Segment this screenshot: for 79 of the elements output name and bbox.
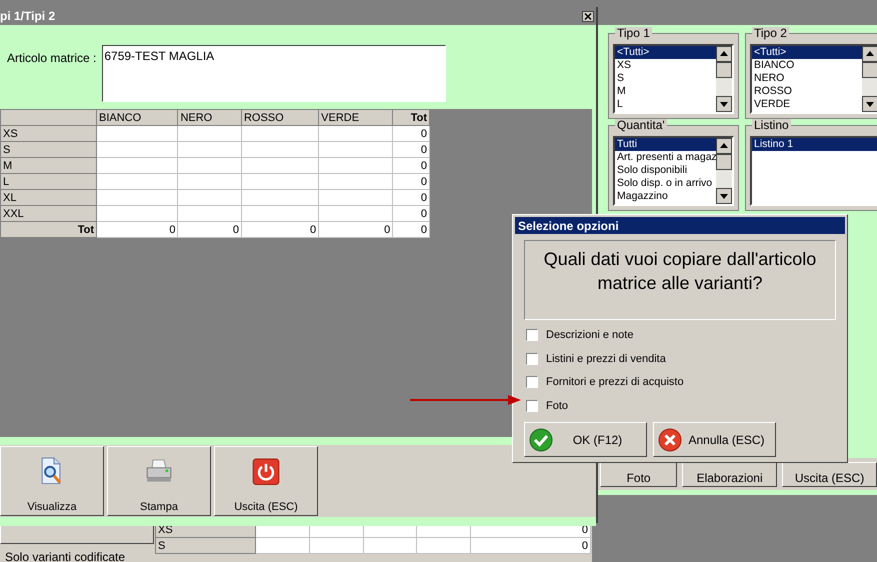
list-item[interactable]: <Tutti> [752, 46, 862, 59]
group-title: Quantita' [615, 119, 667, 132]
checkbox-label: Foto [546, 398, 568, 414]
table-cell: 0 [392, 142, 430, 158]
dialog-title: Selezione opzioni [518, 218, 619, 234]
checkbox[interactable] [526, 329, 538, 342]
toolbar-button[interactable]: Uscita (ESC) [782, 462, 877, 487]
dialog-message: Quali dati vuoi copiare dall'articolo matrice alle varianti? [542, 248, 818, 295]
list-item[interactable]: M [615, 85, 716, 98]
list-box[interactable]: <Tutti> BIANCO NERO ROSSO VERDE [750, 44, 877, 114]
list-item[interactable]: S [615, 72, 716, 85]
scrollbar[interactable] [716, 138, 732, 204]
table-cell: 0 [241, 222, 319, 238]
table-cell: 0 [96, 222, 178, 238]
column-header: BIANCO [96, 110, 178, 126]
column-header: NERO [178, 110, 242, 126]
group-title: Tipo 1 [615, 27, 652, 40]
toolbar-button[interactable]: Elaborazioni [682, 462, 778, 487]
row-header: XL [0, 190, 96, 206]
list-item[interactable]: VERDE [752, 98, 862, 111]
table-cell: 0 [392, 158, 430, 174]
scrollbar[interactable] [716, 46, 732, 112]
input-field[interactable]: 6759-TEST MAGLIA [102, 45, 446, 102]
column-header: VERDE [318, 110, 393, 126]
row-header: Tot [0, 222, 96, 238]
table-cell: 0 [392, 126, 430, 142]
checkbox-label: Descrizioni e note [546, 328, 634, 343]
row-header: S [0, 142, 96, 158]
row-header: S [156, 538, 256, 554]
column-header: Tot [392, 110, 430, 126]
checkbox-label: Listini e prezzi di vendita [546, 352, 666, 366]
table-cell: 0 [318, 222, 393, 238]
list-item[interactable]: Magazzino [615, 190, 716, 203]
row-header: L [0, 174, 96, 190]
field-value: 6759-TEST MAGLIA [104, 49, 214, 63]
list-item[interactable]: Tutti [615, 138, 716, 151]
column-header: ROSSO [241, 110, 319, 126]
dialog-button[interactable]: Annulla (ESC) [653, 422, 776, 457]
list-box[interactable]: Listino 1 [750, 136, 877, 206]
list-box[interactable]: <Tutti> XS S M L [613, 44, 734, 114]
toolbar-button[interactable]: Uscita (ESC) [214, 446, 318, 516]
table-cell: 0 [470, 538, 590, 554]
group-title: Tipo 2 [752, 27, 789, 40]
cancel-icon [658, 428, 682, 452]
list-item[interactable]: Solo disponibili [615, 164, 716, 177]
list-box[interactable]: Tutti Art. presenti a magaz Solo disponibili Solo disp. o in arrivo Magazzino [613, 136, 734, 206]
table-cell: 0 [392, 206, 430, 222]
window-title: pi 1/Tipi 2 [0, 8, 56, 25]
check-icon [529, 428, 553, 452]
toolbar-button[interactable]: Foto [600, 462, 678, 487]
list-item[interactable]: Art. presenti a magaz [615, 151, 716, 164]
table-cell: 0 [392, 190, 430, 206]
toolbar-button[interactable]: Visualizza [0, 446, 104, 516]
power-icon [250, 456, 282, 488]
row-header: XS [0, 126, 96, 142]
table-cell: 0 [392, 222, 430, 238]
checkbox[interactable] [526, 376, 538, 388]
list-item[interactable]: <Tutti> [615, 46, 716, 59]
row-header: M [0, 158, 96, 174]
checkbox[interactable] [526, 352, 538, 365]
group-title: Listino [752, 119, 791, 132]
list-item[interactable]: L [615, 98, 716, 111]
checkbox[interactable] [526, 400, 538, 412]
list-item[interactable]: Listino 1 [752, 138, 877, 151]
field-label: Articolo matrice : [7, 50, 96, 67]
option-label: Solo varianti codificate [5, 549, 126, 562]
close-icon[interactable] [582, 10, 594, 22]
list-item[interactable]: NERO [752, 72, 862, 85]
table-cell: 0 [178, 222, 242, 238]
checkbox-label: Fornitori e prezzi di acquisto [546, 375, 684, 390]
dialog-button[interactable]: OK (F12) [524, 422, 647, 457]
table-cell: 0 [392, 174, 430, 190]
list-item[interactable]: Solo disp. o in arrivo [615, 177, 716, 190]
list-item[interactable]: XS [615, 59, 716, 72]
list-item[interactable]: ROSSO [752, 85, 862, 98]
scrollbar[interactable] [862, 46, 877, 112]
list-item[interactable]: BIANCO [752, 59, 862, 72]
toolbar-button[interactable]: Stampa [107, 446, 211, 516]
row-header: XXL [0, 206, 96, 222]
